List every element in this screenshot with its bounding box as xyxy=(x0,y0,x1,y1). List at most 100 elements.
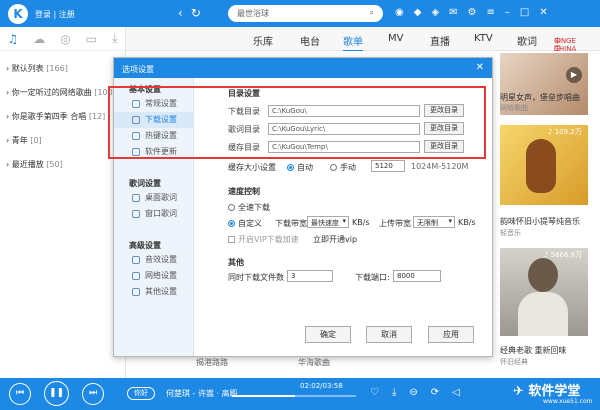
window-icons: ◉ ◆ ◈ ✉ ⚙ ≡ – □ ✕ xyxy=(395,7,548,18)
nav-item-network[interactable]: 网络设置 xyxy=(114,268,193,284)
back-arrow-icon[interactable]: ‹ xyxy=(178,6,183,20)
refresh-icon[interactable]: ↻ xyxy=(191,6,201,20)
tab-lyrics[interactable]: 歌词 xyxy=(517,33,537,48)
previous-icon[interactable]: ⏮ xyxy=(9,383,31,405)
playlist-cards: ▶ 明星女声，堡垒步唱曲 网络歌曲 ♪ 109.2万 韵味怀旧小提琴纯音乐 轻音… xyxy=(492,51,600,378)
tab-ktv[interactable]: KTV xyxy=(474,33,493,44)
radio-checked xyxy=(287,164,294,171)
card-title[interactable]: 明星女声，堡垒步唱曲 xyxy=(500,92,580,103)
radio-icon[interactable]: ◎ xyxy=(60,32,70,46)
singer-body xyxy=(518,292,568,336)
tab-library[interactable]: 乐库 xyxy=(253,33,273,48)
play-icon[interactable]: ▶ xyxy=(566,67,582,83)
port-input[interactable]: 8000 xyxy=(393,270,441,282)
player-bar: ⏮ ❚❚ ⏭ 你好 何楚琪 - 许嵩 · 高殿 02:02/03:58 ♡ ⤓ … xyxy=(0,378,600,410)
dialog-title: 选项设置 xyxy=(122,65,154,74)
upload-bandwidth-select[interactable]: 无限制 xyxy=(413,216,455,228)
vip-link[interactable]: 立即开通vip xyxy=(313,234,357,245)
cache-auto-radio[interactable]: 自动 xyxy=(287,162,313,173)
concurrent-input[interactable]: 3 xyxy=(287,270,333,282)
card-subtitle: 网络歌曲 xyxy=(500,104,528,112)
download-icon[interactable]: ⤓ xyxy=(112,31,117,46)
minimize-icon[interactable]: – xyxy=(505,7,510,18)
radio-checked xyxy=(228,220,235,227)
window-icon xyxy=(132,210,140,218)
card-cover[interactable] xyxy=(500,248,588,336)
next-icon[interactable]: ⏭ xyxy=(82,383,104,405)
nav-item-desktop-lyrics[interactable]: 桌面歌词 xyxy=(114,190,193,206)
gift-icon[interactable]: ◆ xyxy=(414,7,422,18)
track-name[interactable]: 何楚琪 - 许嵩 · 高殿 xyxy=(166,388,238,399)
custom-speed-radio[interactable]: 自定义 xyxy=(228,218,262,229)
network-icon xyxy=(132,272,140,280)
search-input[interactable]: 最世浴球 ⌕ xyxy=(228,5,383,22)
sidebar: ♫ ☁ ◎ ▭ ⤓ › 默认列表 [166] › 你一定听过的网络歌曲 [100… xyxy=(0,27,126,378)
close-icon[interactable]: ✕ xyxy=(539,7,547,18)
playlist-item[interactable]: › 你一定听过的网络歌曲 [100] xyxy=(6,81,119,105)
watermark-url: www.xue51.com xyxy=(543,398,593,405)
full-speed-radio[interactable]: 全速下载 xyxy=(228,202,270,213)
apply-button[interactable]: 应用 xyxy=(428,326,474,343)
volume-icon[interactable]: ◁ xyxy=(452,387,460,398)
radio-unchecked xyxy=(330,164,337,171)
other-icon xyxy=(132,288,140,296)
menu-icon[interactable]: ≡ xyxy=(487,7,495,18)
search-icon[interactable]: ⌕ xyxy=(370,8,374,19)
download-bandwidth-select[interactable]: 最快速度 xyxy=(307,216,349,228)
cache-size-input[interactable]: 5120 xyxy=(371,160,405,172)
close-icon[interactable]: ✕ xyxy=(476,62,484,73)
strip-text: 揭港路路 xyxy=(196,358,228,367)
play-count: ♪ 5866.8万 xyxy=(544,251,583,259)
music-note-icon[interactable]: ♫ xyxy=(8,32,19,46)
upload-unit: KB/s xyxy=(458,218,476,227)
nav-arrows: ‹ ↻ xyxy=(178,6,201,20)
loop-icon[interactable]: ⟳ xyxy=(431,387,439,398)
card-title[interactable]: 经典老歌 重新回味 xyxy=(500,345,567,356)
ok-button[interactable]: 确定 xyxy=(305,326,351,343)
tab-live[interactable]: 直播 xyxy=(430,33,450,48)
card-title[interactable]: 韵味怀旧小提琴纯音乐 xyxy=(500,216,580,227)
playlist-item[interactable]: › 你是歌手第四季 合唱 [12] xyxy=(6,105,119,129)
playlist-item[interactable]: › 最近播放 [50] xyxy=(6,153,119,177)
tab-playlists[interactable]: 歌单 xyxy=(343,33,363,52)
message-icon[interactable]: ✉ xyxy=(449,7,457,18)
player-controls: ♡ ⤓ ⊖ ⟳ ◁ xyxy=(370,387,460,398)
login-link[interactable]: 登录 | 注册 xyxy=(35,9,75,20)
radio-unchecked xyxy=(228,204,235,211)
pause-icon[interactable]: ❚❚ xyxy=(44,381,69,406)
card-cover[interactable] xyxy=(500,125,588,205)
cancel-button[interactable]: 取消 xyxy=(366,326,412,343)
card-subtitle: 怀旧经典 xyxy=(500,358,528,366)
nav-group-title: 歌词设置 xyxy=(129,179,161,188)
maximize-icon[interactable]: □ xyxy=(520,7,529,18)
playlist-list: › 默认列表 [166] › 你一定听过的网络歌曲 [100] › 你是歌手第四… xyxy=(0,51,125,177)
progress-bar[interactable] xyxy=(232,395,356,397)
track-tag[interactable]: 你好 xyxy=(127,387,155,400)
strip-text: 华海歌曲 xyxy=(298,358,330,367)
vip-accel-checkbox[interactable]: 开启VIP下载加速 xyxy=(228,234,299,245)
comment-icon[interactable]: ⊖ xyxy=(409,387,417,398)
search-placeholder: 最世浴球 xyxy=(237,9,269,18)
progress-fill xyxy=(232,395,296,397)
skin-icon[interactable]: ◈ xyxy=(431,7,439,18)
nav-item-other[interactable]: 其他设置 xyxy=(114,284,193,300)
playlist-item[interactable]: › 青年 [0] xyxy=(6,129,119,153)
desktop-icon xyxy=(132,194,140,202)
card-subtitle: 轻音乐 xyxy=(500,229,521,237)
track-time: 02:02/03:58 xyxy=(300,382,343,390)
cloud-icon[interactable]: ☁ xyxy=(33,32,45,46)
mic-icon[interactable]: ◉ xyxy=(395,7,404,18)
checkbox-unchecked xyxy=(228,236,235,243)
nav-item-sound[interactable]: 音效设置 xyxy=(114,252,193,268)
nav-item-window-lyrics[interactable]: 窗口歌词 xyxy=(114,206,193,222)
guitar-icon xyxy=(526,139,556,193)
tab-radio[interactable]: 电台 xyxy=(300,33,320,48)
download-icon[interactable]: ⤓ xyxy=(392,387,396,398)
heart-icon[interactable]: ♡ xyxy=(370,387,379,398)
monitor-icon[interactable]: ▭ xyxy=(86,32,97,46)
cache-manual-radio[interactable]: 手动 xyxy=(330,162,356,173)
settings-icon[interactable]: ⚙ xyxy=(468,7,477,18)
playlist-item[interactable]: › 默认列表 [166] xyxy=(6,57,119,81)
upload-bandwidth-label: 上传带宽 xyxy=(379,219,411,228)
tab-mv[interactable]: MV xyxy=(388,33,403,44)
